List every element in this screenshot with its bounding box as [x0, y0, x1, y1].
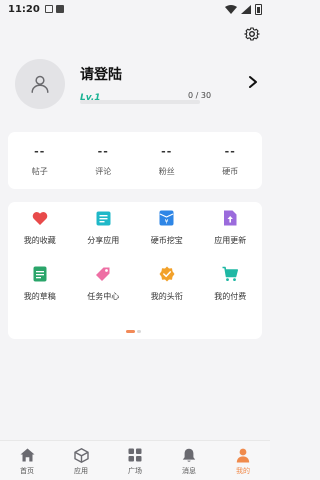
wifi-icon: [225, 4, 237, 14]
title-badge-icon: [159, 266, 175, 282]
notification-icon: [44, 5, 53, 13]
home-icon: [19, 447, 35, 463]
tab-home[interactable]: 首页: [0, 441, 54, 480]
stats-card: -- 帖子 -- 评论 -- 粉丝 -- 硬币: [8, 132, 262, 189]
person-icon: [235, 447, 251, 463]
features-grid: 我的收藏 分享应用 ¥ 硬币挖宝 应用更新 我的草稿 任务中心 我的头衔 我的付…: [8, 210, 262, 302]
grid-item-my-title[interactable]: 我的头衔: [135, 266, 199, 302]
chevron-right-icon[interactable]: [246, 75, 260, 89]
grid-item-my-payments[interactable]: 我的付费: [199, 266, 263, 302]
login-title[interactable]: 请登陆: [80, 64, 260, 84]
stat-value: --: [97, 144, 109, 158]
square-grid-icon: [127, 447, 143, 463]
app-notification-icon: [55, 5, 64, 13]
bell-icon: [181, 447, 197, 463]
grid-item-label: 我的付费: [214, 292, 247, 301]
tab-label: 应用: [74, 467, 88, 475]
coin-treasure-icon: ¥: [159, 210, 175, 226]
stat-value: --: [224, 144, 236, 158]
tab-square[interactable]: 广场: [108, 441, 162, 480]
stat-value: --: [34, 144, 46, 158]
app-update-icon: [222, 210, 238, 226]
stat-fans[interactable]: -- 粉丝: [135, 132, 199, 189]
share-app-icon: [95, 210, 111, 226]
tab-messages[interactable]: 消息: [162, 441, 216, 480]
grid-item-label: 分享应用: [87, 236, 120, 245]
signal-icon: [241, 4, 251, 14]
svg-text:¥: ¥: [165, 219, 169, 226]
task-tag-icon: [95, 266, 111, 282]
grid-item-label: 我的草稿: [23, 292, 56, 301]
tab-label: 我的: [236, 467, 250, 475]
default-user-icon: [31, 75, 49, 93]
status-right: [225, 3, 262, 15]
page-dot-active: [126, 330, 135, 333]
grid-item-drafts[interactable]: 我的草稿: [8, 266, 72, 302]
stat-label: 硬币: [222, 166, 239, 176]
cart-icon: [222, 266, 239, 282]
heart-icon: [32, 210, 48, 226]
avatar[interactable]: [15, 59, 65, 109]
grid-item-label: 任务中心: [87, 292, 120, 301]
apps-cube-icon: [73, 447, 89, 463]
grid-item-label: 硬币挖宝: [150, 236, 183, 245]
level-row: Lv.1: [80, 91, 260, 104]
exp-text: 0 / 30: [188, 91, 212, 100]
tab-label: 广场: [128, 467, 142, 475]
grid-item-favorites[interactable]: 我的收藏: [8, 210, 72, 246]
grid-item-label: 我的收藏: [23, 236, 56, 245]
grid-item-label: 应用更新: [214, 236, 247, 245]
grid-item-label: 我的头衔: [150, 292, 183, 301]
status-time: 11:20: [8, 3, 40, 15]
stat-coins[interactable]: -- 硬币: [199, 132, 263, 189]
grid-item-task-center[interactable]: 任务中心: [72, 266, 136, 302]
grid-item-coin-treasure[interactable]: ¥ 硬币挖宝: [135, 210, 199, 246]
gear-icon: [244, 27, 260, 41]
stat-posts[interactable]: -- 帖子: [8, 132, 72, 189]
settings-button[interactable]: [243, 25, 261, 43]
tab-apps[interactable]: 应用: [54, 441, 108, 480]
tab-mine[interactable]: 我的: [216, 441, 270, 480]
stat-label: 粉丝: [158, 166, 175, 176]
profile-header[interactable]: 请登陆 Lv.1 0 / 30: [15, 58, 260, 110]
page-dot: [137, 330, 141, 333]
grid-item-app-update[interactable]: 应用更新: [199, 210, 263, 246]
bottom-tab-bar: 首页 应用 广场 消息 我的: [0, 440, 270, 480]
draft-icon: [32, 266, 48, 282]
profile-info: 请登陆 Lv.1: [80, 64, 260, 104]
status-bar: 11:20: [0, 0, 270, 18]
battery-icon: [255, 3, 262, 15]
grid-item-share-app[interactable]: 分享应用: [72, 210, 136, 246]
stat-label: 评论: [95, 166, 112, 176]
stat-comments[interactable]: -- 评论: [72, 132, 136, 189]
exp-progress-bar: [80, 100, 200, 104]
page-indicator: [126, 330, 141, 333]
stat-label: 帖子: [31, 166, 48, 176]
stat-value: --: [161, 144, 173, 158]
tab-label: 消息: [182, 467, 196, 475]
features-card: 我的收藏 分享应用 ¥ 硬币挖宝 应用更新 我的草稿 任务中心 我的头衔 我的付…: [8, 202, 262, 339]
tab-label: 首页: [20, 467, 34, 475]
